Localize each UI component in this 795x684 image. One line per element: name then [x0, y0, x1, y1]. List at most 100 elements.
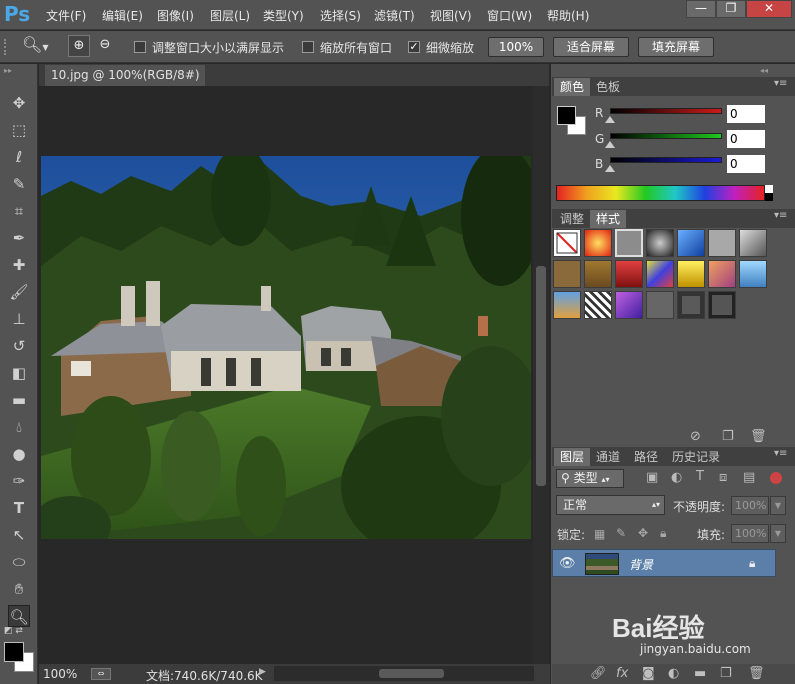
lock-all-icon[interactable]: 🔒︎ [660, 526, 666, 541]
tab-channels[interactable]: 通道 [590, 448, 626, 466]
filter-adjust-icon[interactable]: ◐ [671, 470, 682, 485]
brush-tool-icon[interactable]: 🖌︎ [8, 281, 30, 303]
style-swatch-13[interactable] [708, 260, 736, 288]
menu-view[interactable]: 视图(V) [430, 7, 472, 24]
delete-layer-icon[interactable]: 🗑︎ [748, 666, 765, 681]
style-swatch-20[interactable] [708, 291, 736, 319]
clear-style-icon[interactable]: ⊘ [690, 429, 701, 444]
vertical-scrollbar[interactable] [533, 86, 549, 664]
layer-mask-icon[interactable]: ◙ [642, 666, 655, 681]
lock-position-icon[interactable]: ✥ [638, 526, 648, 540]
dodge-tool-icon[interactable]: ● [8, 443, 30, 465]
filter-pixel-icon[interactable]: ▣ [646, 470, 658, 485]
hand-tool-icon[interactable]: ✋︎ [8, 578, 30, 600]
color-spectrum-bar[interactable] [556, 185, 765, 201]
fill-screen-button[interactable]: 填充屏幕 [638, 37, 714, 57]
style-swatch-18[interactable] [646, 291, 674, 319]
menu-layer[interactable]: 图层(L) [210, 7, 250, 24]
filter-shape-icon[interactable]: ⧈ [719, 470, 727, 485]
lasso-tool-icon[interactable]: ℓ [8, 146, 30, 168]
blue-slider-thumb[interactable] [605, 165, 615, 172]
opacity-input[interactable]: 100% [731, 496, 769, 515]
menu-type[interactable]: 类型(Y) [263, 7, 304, 24]
eye-icon[interactable]: 👁︎ [559, 556, 576, 571]
spectrum-white-chip[interactable] [765, 185, 773, 193]
zoom-tool-icon[interactable]: 🔍︎ [8, 605, 30, 627]
color-fg-swatch[interactable] [557, 106, 576, 125]
healing-brush-tool-icon[interactable]: ✚ [8, 254, 30, 276]
quick-select-tool-icon[interactable]: ✎ [8, 173, 30, 195]
styles-panel-menu-icon[interactable]: ▾≡ [774, 210, 787, 221]
style-swatch-5[interactable] [677, 229, 705, 257]
red-value-input[interactable]: 0 [727, 105, 765, 123]
spectrum-black-chip[interactable] [765, 193, 773, 201]
red-slider-thumb[interactable] [605, 116, 615, 123]
collapse-icon[interactable]: ▸▸ [4, 66, 12, 75]
eraser-tool-icon[interactable]: ◧ [8, 362, 30, 384]
delete-style-icon[interactable]: 🗑︎ [750, 429, 767, 444]
layers-panel-menu-icon[interactable]: ▾≡ [774, 448, 787, 459]
move-tool-icon[interactable]: ✥ [8, 92, 30, 114]
color-panel-menu-icon[interactable]: ▾≡ [774, 78, 787, 89]
link-layers-icon[interactable]: 🔗︎ [590, 666, 607, 681]
close-button[interactable]: ✕ [746, 0, 792, 18]
style-swatch-14[interactable] [739, 260, 767, 288]
green-value-input[interactable]: 0 [727, 130, 765, 148]
lock-pixels-icon[interactable]: ✎ [616, 526, 626, 540]
green-slider-thumb[interactable] [605, 141, 615, 148]
layer-filter-select[interactable]: ⚲ 类型 ▴▾ [556, 469, 624, 488]
red-slider[interactable] [610, 108, 722, 114]
resize-windows-checkbox[interactable] [134, 41, 146, 53]
menu-select[interactable]: 选择(S) [320, 7, 361, 24]
tab-swatches[interactable]: 色板 [590, 78, 626, 96]
new-layer-icon[interactable]: ❐ [720, 666, 732, 681]
new-group-icon[interactable]: ▬ [694, 666, 706, 681]
blend-mode-select[interactable]: 正常 ▴▾ [556, 495, 665, 515]
minimize-button[interactable]: — [686, 0, 716, 18]
layer-name[interactable]: 背景 [629, 556, 653, 573]
style-none-swatch[interactable] [553, 229, 581, 257]
style-swatch-12[interactable] [677, 260, 705, 288]
style-swatch-2[interactable] [584, 229, 612, 257]
style-swatch-3[interactable] [615, 229, 643, 257]
marquee-tool-icon[interactable]: ⬚ [8, 119, 30, 141]
fill-input[interactable]: 100% [731, 524, 769, 543]
blue-value-input[interactable]: 0 [727, 155, 765, 173]
layer-row[interactable]: 👁︎ 背景 🔒︎ [552, 549, 776, 577]
horizontal-scrollbar[interactable] [274, 666, 534, 681]
fit-screen-button[interactable]: 适合屏幕 [553, 37, 629, 57]
style-swatch-15[interactable] [553, 291, 581, 319]
tab-layers[interactable]: 图层 [554, 448, 591, 466]
tab-color[interactable]: 颜色 [554, 78, 591, 96]
zoom-in-icon[interactable]: ⊕ [68, 35, 90, 57]
status-menu-icon[interactable]: ⇔ [91, 668, 111, 680]
blur-tool-icon[interactable]: 💧︎ [8, 416, 30, 438]
scrubby-zoom-checkbox[interactable]: ✓ [408, 41, 420, 53]
foreground-color-swatch[interactable] [4, 642, 24, 662]
opacity-dropdown-icon[interactable]: ▼ [770, 496, 786, 515]
eyedropper-tool-icon[interactable]: ✒ [8, 227, 30, 249]
history-brush-tool-icon[interactable]: ↺ [8, 335, 30, 357]
zoom-out-icon[interactable]: ⊖ [94, 35, 116, 57]
restore-button[interactable]: ❐ [716, 0, 746, 18]
status-expand-icon[interactable]: ▶ [259, 667, 266, 677]
fill-dropdown-icon[interactable]: ▼ [770, 524, 786, 543]
style-swatch-17[interactable] [615, 291, 643, 319]
adjustment-layer-icon[interactable]: ◐ [668, 666, 679, 681]
hscroll-thumb[interactable] [379, 669, 444, 678]
new-style-icon[interactable]: ❐ [722, 429, 734, 444]
menu-filter[interactable]: 滤镜(T) [374, 7, 415, 24]
pen-tool-icon[interactable]: ✑ [8, 470, 30, 492]
filter-type-icon[interactable]: T [696, 469, 704, 484]
gradient-tool-icon[interactable]: ▬ [8, 389, 30, 411]
style-swatch-19[interactable] [677, 291, 705, 319]
style-swatch-4[interactable] [646, 229, 674, 257]
menu-help[interactable]: 帮助(H) [547, 7, 589, 24]
zoom-tool-preset-icon[interactable]: 🔍︎▼ [22, 35, 48, 54]
actual-pixels-button[interactable]: 100% [488, 37, 544, 57]
zoom-all-windows-checkbox[interactable] [302, 41, 314, 53]
lock-transparency-icon[interactable]: ▦ [594, 527, 605, 541]
filter-smart-icon[interactable]: ▤ [743, 470, 755, 485]
style-swatch-16[interactable] [584, 291, 612, 319]
blue-slider[interactable] [610, 157, 722, 163]
